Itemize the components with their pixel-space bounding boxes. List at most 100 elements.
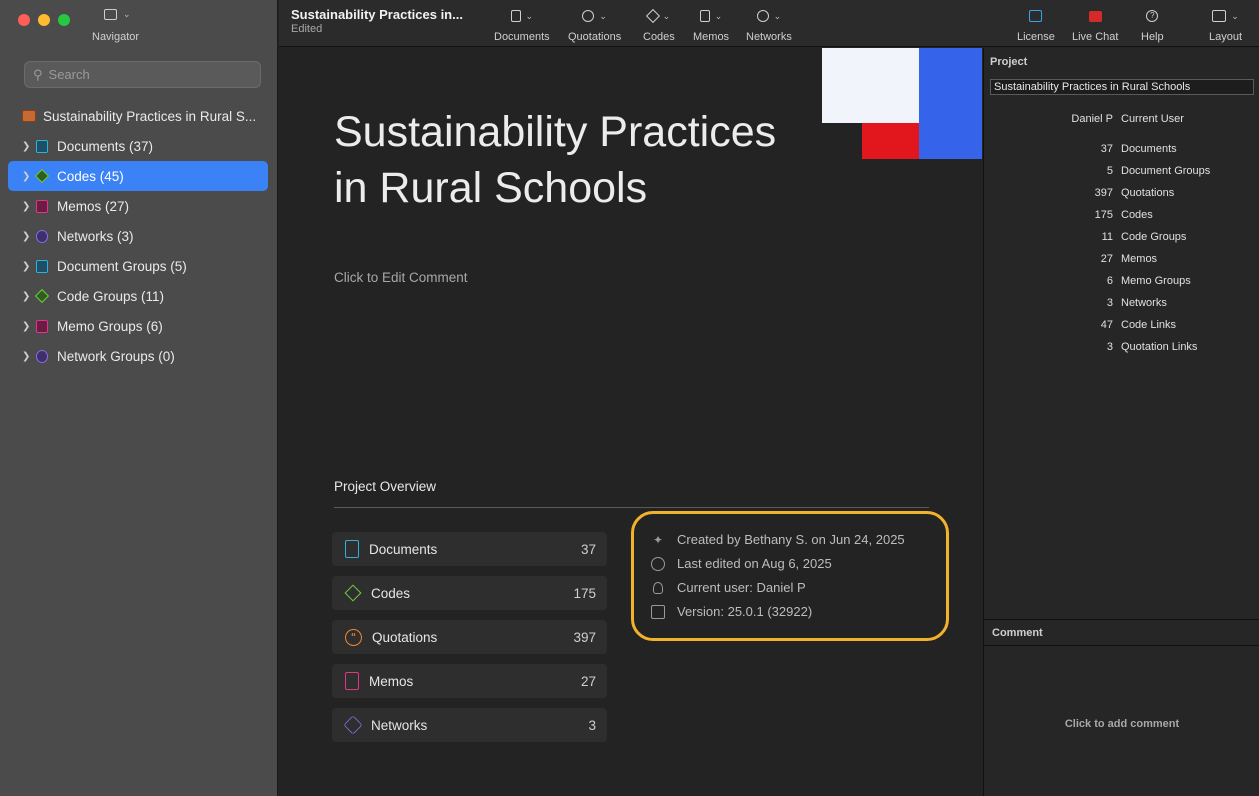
chevron-down-icon: ⌄ xyxy=(123,9,131,19)
help-icon: ? xyxy=(1146,10,1159,22)
search-input[interactable] xyxy=(48,67,249,82)
project-title: Sustainability Practices in Rural School… xyxy=(334,104,834,216)
chevron-right-icon[interactable]: ❯ xyxy=(22,231,32,242)
info-user: Current user: Daniel P xyxy=(651,580,806,595)
overview-card-memos[interactable]: Memos 27 xyxy=(332,664,607,698)
overview-card-label: Networks xyxy=(371,717,428,733)
chevron-right-icon[interactable]: ❯ xyxy=(22,351,32,362)
overview-card-documents[interactable]: Documents 37 xyxy=(332,532,607,566)
sidebar-item-documents[interactable]: ❯ Documents (37) xyxy=(8,131,268,161)
networks-toolbar-button[interactable]: ⌄ Networks xyxy=(746,6,792,43)
sidebar-item-project[interactable]: Sustainability Practices in Rural S... xyxy=(8,101,268,131)
edit-comment-link[interactable]: Click to Edit Comment xyxy=(334,270,468,285)
navigator-toggle-button[interactable]: ⌄ xyxy=(104,9,131,20)
stat-count: 175 xyxy=(1094,209,1113,221)
stat-row: 6 Memo Groups xyxy=(984,275,1191,287)
project-title-line: Sustainability Practices xyxy=(334,108,777,156)
sidebar-item-code-groups[interactable]: ❯ Code Groups (11) xyxy=(8,281,268,311)
project-icon xyxy=(22,110,36,122)
stat-count: 6 xyxy=(1106,275,1113,287)
chevron-right-icon[interactable]: ❯ xyxy=(22,141,32,152)
memos-toolbar-button[interactable]: ⌄ Memos xyxy=(693,6,729,43)
overview-card-codes[interactable]: Codes 175 xyxy=(332,576,607,610)
license-button[interactable]: License xyxy=(1017,6,1055,43)
info-user-text: Current user: Daniel P xyxy=(677,580,806,595)
sidebar-item-codes[interactable]: ❯ Codes (45) xyxy=(8,161,268,191)
layout-button[interactable]: ⌄ Layout xyxy=(1209,6,1242,43)
info-version: Version: 25.0.1 (32922) xyxy=(651,604,812,619)
sidebar-item-memos[interactable]: ❯ Memos (27) xyxy=(8,191,268,221)
overview-card-label: Codes xyxy=(371,585,411,601)
documents-toolbar-button[interactable]: ⌄ Documents xyxy=(494,6,550,43)
memo-icon xyxy=(36,199,48,213)
toolbar-button-label: Live Chat xyxy=(1072,31,1119,43)
chevron-right-icon[interactable]: ❯ xyxy=(22,201,32,212)
network-icon xyxy=(343,715,363,735)
memo-icon xyxy=(36,319,48,333)
comment-divider xyxy=(984,645,1259,646)
stat-label: Networks xyxy=(1121,297,1167,309)
sidebar-item-label: Memos (27) xyxy=(57,198,130,214)
overview-card-count: 175 xyxy=(573,585,596,601)
stat-row: 11 Code Groups xyxy=(984,231,1187,243)
toolbar-button-label: Codes xyxy=(643,31,675,43)
decorative-block-blue xyxy=(919,48,982,159)
info-created-text: Created by Bethany S. on Jun 24, 2025 xyxy=(677,532,905,547)
sidebar-item-networks[interactable]: ❯ Networks (3) xyxy=(8,221,268,251)
stat-count: 397 xyxy=(1094,187,1113,199)
live-chat-button[interactable]: Live Chat xyxy=(1072,6,1118,43)
overview-card-count: 3 xyxy=(588,717,596,733)
code-icon xyxy=(34,288,50,304)
toolbar-button-label: Networks xyxy=(746,31,792,43)
minimize-window-button[interactable] xyxy=(38,14,50,26)
search-icon: ⚲ xyxy=(33,66,43,82)
info-edited: Last edited on Aug 6, 2025 xyxy=(651,556,832,571)
code-icon xyxy=(344,584,362,602)
sidebar-item-network-groups[interactable]: ❯ Network Groups (0) xyxy=(8,341,268,371)
magic-wand-icon: ✦ xyxy=(652,532,664,547)
codes-toolbar-button[interactable]: ⌄ Codes xyxy=(643,6,675,43)
project-name-field[interactable]: Sustainability Practices in Rural School… xyxy=(990,79,1254,95)
overview-card-networks[interactable]: Networks 3 xyxy=(332,708,607,742)
toolbar-button-label: Documents xyxy=(494,31,550,43)
info-version-text: Version: 25.0.1 (32922) xyxy=(677,604,813,619)
overview-card-count: 397 xyxy=(573,629,596,645)
stat-count: 27 xyxy=(1100,253,1113,265)
chat-icon xyxy=(1088,10,1102,22)
chevron-right-icon[interactable]: ❯ xyxy=(22,321,32,332)
inspector-heading: Project xyxy=(990,56,1028,68)
navigator-label: Navigator xyxy=(92,31,140,43)
code-icon xyxy=(34,168,50,184)
sidebar-item-label: Networks (3) xyxy=(57,228,134,244)
current-user-value: Daniel P xyxy=(1071,113,1113,125)
window-title: Sustainability Practices in... xyxy=(291,7,463,22)
add-comment-area[interactable]: Click to add comment xyxy=(984,718,1259,730)
chevron-right-icon[interactable]: ❯ xyxy=(22,171,32,182)
stat-count: 3 xyxy=(1106,297,1113,309)
overview-card-label: Documents xyxy=(369,541,438,557)
stat-label: Code Groups xyxy=(1121,231,1187,243)
stat-label: Quotation Links xyxy=(1121,341,1198,353)
sidebar-item-label: Code Groups (11) xyxy=(57,288,165,304)
quotations-toolbar-button[interactable]: ⌄ Quotations xyxy=(568,6,621,43)
window-controls xyxy=(18,14,70,26)
network-icon xyxy=(756,10,769,22)
stat-label: Code Links xyxy=(1121,319,1177,331)
document-icon xyxy=(345,540,359,558)
zoom-window-button[interactable] xyxy=(58,14,70,26)
chevron-right-icon[interactable]: ❯ xyxy=(22,291,32,302)
chevron-right-icon[interactable]: ❯ xyxy=(22,261,32,272)
close-window-button[interactable] xyxy=(18,14,30,26)
overview-card-label: Memos xyxy=(369,673,414,689)
toolbar-button-label: Layout xyxy=(1209,31,1243,43)
help-button[interactable]: ? Help xyxy=(1141,6,1164,43)
sidebar-item-memo-groups[interactable]: ❯ Memo Groups (6) xyxy=(8,311,268,341)
current-user-row: Daniel P Current User xyxy=(984,113,1184,125)
search-box[interactable]: ⚲ xyxy=(24,61,261,88)
overview-card-quotations[interactable]: “ Quotations 397 xyxy=(332,620,607,654)
sidebar-item-document-groups[interactable]: ❯ Document Groups (5) xyxy=(8,251,268,281)
info-edited-text: Last edited on Aug 6, 2025 xyxy=(677,556,832,571)
stat-label: Document Groups xyxy=(1121,165,1211,177)
stat-row: 37 Documents xyxy=(984,143,1177,155)
document-icon xyxy=(36,139,48,153)
